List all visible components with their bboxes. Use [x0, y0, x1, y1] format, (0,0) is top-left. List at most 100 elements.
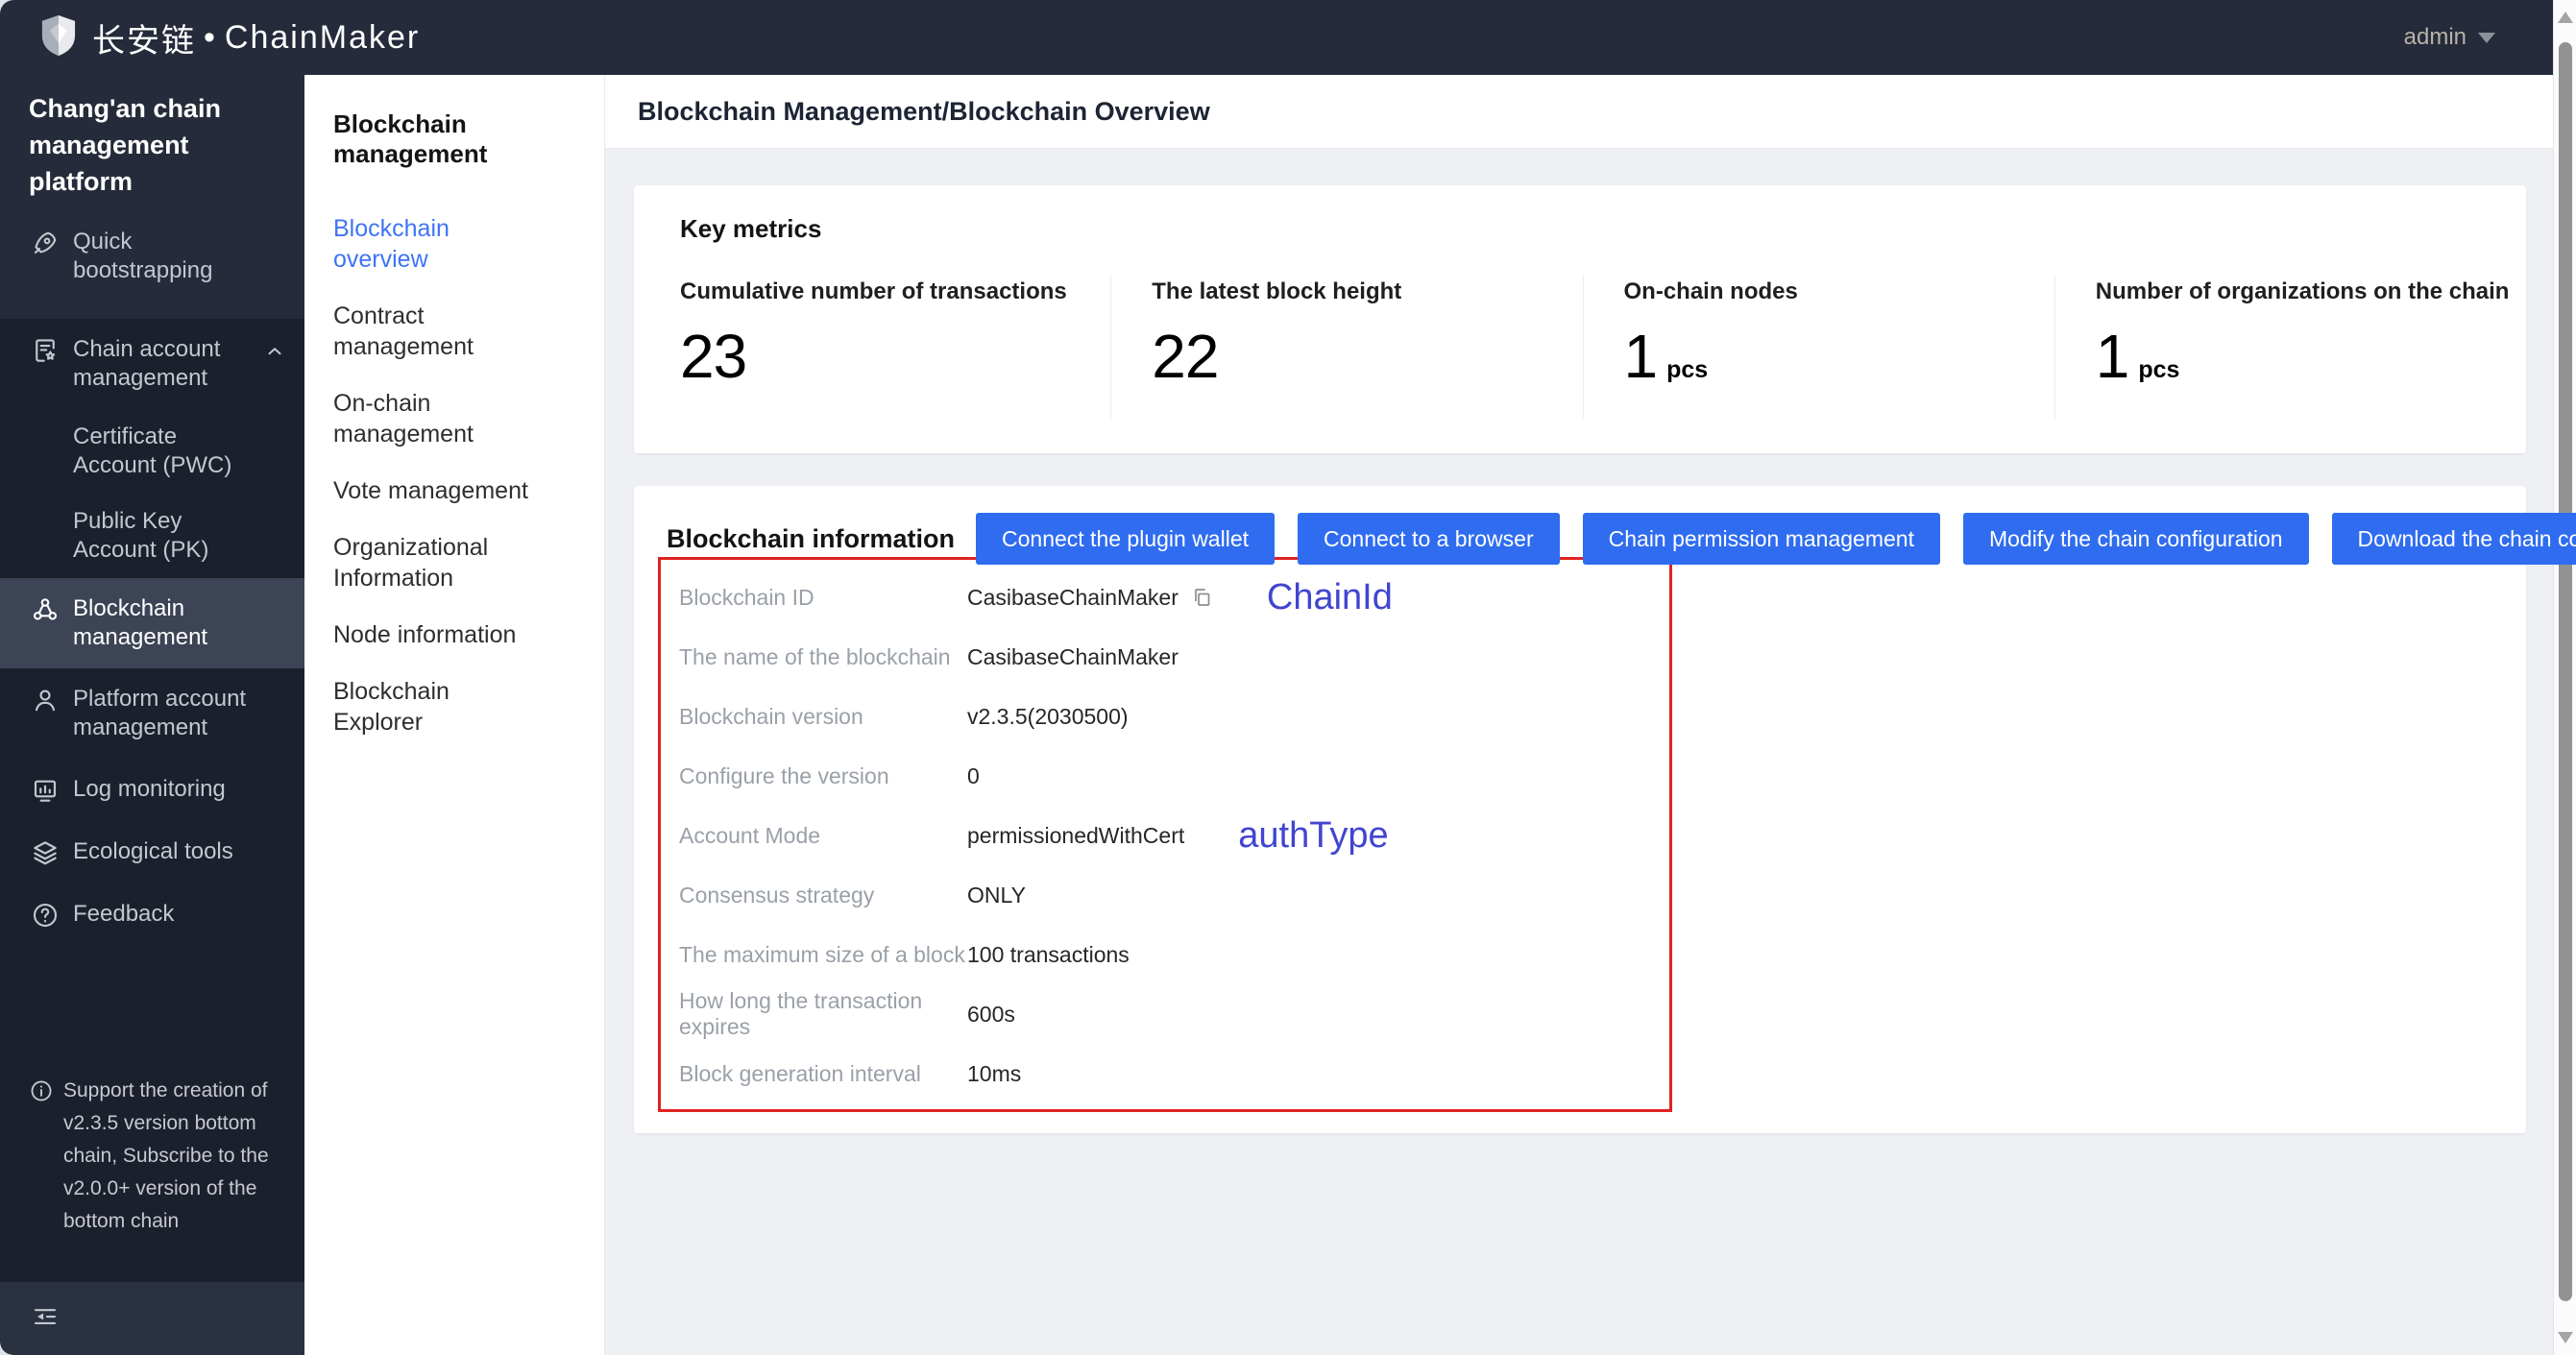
metric-organizations-on-chain: Number of organizations on the chain 1 p…: [2054, 275, 2526, 419]
sidebar-collapse-button[interactable]: [0, 1282, 304, 1355]
sidebar-item-label: Certificate Account (PWC): [73, 423, 232, 478]
submenu-item-blockchain-overview[interactable]: Blockchain overview: [333, 213, 540, 275]
info-icon: [29, 1078, 54, 1103]
chevron-up-icon: [264, 341, 285, 370]
sidebar-note-text: Support the creation of v2.3.5 version b…: [63, 1079, 269, 1232]
primary-sidebar: Chang'an chain management platform Quick…: [0, 75, 304, 1355]
sidebar-top-section: Chang'an chain management platform Quick…: [0, 75, 304, 319]
info-row-block-generation-interval: Block generation interval 10ms: [661, 1044, 1669, 1103]
rocket-icon: [31, 229, 60, 257]
metric-unit: pcs: [1666, 356, 1709, 383]
logo-text-en: ChainMaker: [224, 18, 421, 56]
row-value: ONLY: [967, 882, 1026, 907]
key-metrics-title: Key metrics: [680, 214, 822, 243]
row-label: The name of the blockchain: [679, 643, 951, 669]
sidebar-item-label: Public Key Account (PK): [73, 508, 209, 563]
row-label: Account Mode: [679, 822, 821, 848]
logo-text: 长安链 • ChainMaker: [92, 14, 420, 61]
sidebar-item-public-key-account-pk[interactable]: Public Key Account (PK): [0, 494, 304, 578]
shield-logo-icon: [38, 13, 79, 62]
scroll-down-arrow-icon[interactable]: [2557, 1332, 2573, 1343]
info-row-blockchain-name: The name of the blockchain CasibaseChain…: [661, 627, 1669, 687]
sidebar-item-platform-account-management[interactable]: Platform account management: [0, 668, 304, 759]
scrollbar-thumb[interactable]: [2559, 42, 2572, 1301]
sidebar-item-blockchain-management[interactable]: Blockchain management: [0, 578, 304, 668]
row-label: The maximum size of a block: [679, 941, 965, 967]
blockchain-information-card: Blockchain information Connect the plugi…: [634, 486, 2576, 1133]
connect-plugin-wallet-button[interactable]: Connect the plugin wallet: [976, 513, 1275, 565]
key-metrics-card: Key metrics Cumulative number of transac…: [634, 185, 2526, 453]
chain-permission-management-button[interactable]: Chain permission management: [1582, 513, 1940, 565]
connect-to-browser-button[interactable]: Connect to a browser: [1298, 513, 1560, 565]
sidebar-item-label: Platform account management: [73, 686, 247, 740]
chainid-annotation: ChainId: [1266, 576, 1393, 617]
sidebar-item-quick-bootstrapping[interactable]: Quick bootstrapping: [0, 211, 304, 302]
row-label: Blockchain version: [679, 703, 863, 729]
row-value: 600s: [967, 1001, 1015, 1027]
submenu-item-on-chain-management[interactable]: On-chain management: [333, 388, 540, 449]
vertical-scrollbar[interactable]: [2553, 0, 2576, 1355]
metric-value: 23: [680, 322, 747, 391]
admin-dropdown[interactable]: admin: [2404, 24, 2495, 51]
copy-icon[interactable]: [1190, 586, 1213, 609]
modify-chain-configuration-button[interactable]: Modify the chain configuration: [1962, 513, 2309, 565]
metric-label: On-chain nodes: [1623, 278, 1798, 304]
sidebar-item-label: Chain account management: [73, 336, 221, 391]
row-value: 10ms: [967, 1060, 1022, 1086]
metric-on-chain-nodes: On-chain nodes 1 pcs: [1582, 275, 2054, 419]
info-row-consensus-strategy: Consensus strategy ONLY: [661, 865, 1669, 925]
metric-value: 1: [1623, 322, 1659, 391]
sidebar-item-ecological-tools[interactable]: Ecological tools: [0, 821, 304, 883]
sidebar-item-feedback[interactable]: Feedback: [0, 883, 304, 946]
chainmaker-logo: 长安链 • ChainMaker: [38, 13, 420, 62]
row-label: Configure the version: [679, 762, 889, 788]
blockchain-information-title: Blockchain information: [667, 523, 956, 553]
sidebar-item-label: Feedback: [73, 901, 175, 927]
info-row-configure-version: Configure the version 0: [661, 746, 1669, 806]
secondary-menu: Blockchain management Blockchain overvie…: [304, 75, 605, 1355]
sidebar-version-note: Support the creation of v2.3.5 version b…: [0, 1075, 304, 1238]
question-icon: [31, 901, 60, 930]
certificate-doc-icon: [31, 336, 60, 365]
scroll-up-arrow-icon[interactable]: [2557, 12, 2573, 23]
metric-value: 1: [2095, 322, 2130, 391]
logo-text-cn: 长安链: [92, 22, 196, 60]
submenu-item-organizational-information[interactable]: Organizational Information: [333, 532, 540, 593]
row-value: v2.3.5(2030500): [967, 703, 1129, 729]
sidebar-item-label: Log monitoring: [73, 776, 226, 802]
info-row-blockchain-id: Blockchain ID CasibaseChainMaker ChainId: [661, 568, 1669, 627]
top-header: 长安链 • ChainMaker admin: [0, 0, 2553, 75]
submenu-item-contract-management[interactable]: Contract management: [333, 301, 540, 362]
row-label: How long the transaction expires: [679, 988, 923, 1039]
authtype-annotation: authType: [1238, 814, 1389, 856]
blockchain-nodes-icon: [31, 595, 60, 624]
row-value: CasibaseChainMaker: [967, 643, 1179, 669]
row-label: Blockchain ID: [679, 584, 814, 610]
submenu-item-vote-management[interactable]: Vote management: [333, 475, 540, 506]
secondary-menu-title: Blockchain management: [333, 109, 488, 168]
platform-title: Chang'an chain management platform: [29, 94, 221, 196]
chevron-down-icon: [2478, 32, 2495, 43]
submenu-item-blockchain-explorer[interactable]: Blockchain Explorer: [333, 676, 540, 738]
admin-username: admin: [2403, 24, 2467, 50]
info-row-transaction-expiry: How long the transaction expires 600s: [661, 984, 1669, 1044]
chainmaker-management-app: 长安链 • ChainMaker admin Chang'an chain ma…: [0, 0, 2576, 1355]
info-row-max-block-size: The maximum size of a block 100 transact…: [661, 925, 1669, 984]
sidebar-item-label: Blockchain management: [73, 595, 208, 650]
metric-label: Number of organizations on the chain: [2095, 278, 2510, 304]
layers-icon: [31, 838, 60, 867]
sidebar-item-certificate-account-pwc[interactable]: Certificate Account (PWC): [0, 409, 304, 494]
submenu-item-node-information[interactable]: Node information: [333, 619, 540, 650]
metric-unit: pcs: [2138, 356, 2180, 383]
row-value: 100 transactions: [967, 941, 1130, 967]
row-value: CasibaseChainMaker: [967, 584, 1179, 610]
blockchain-action-buttons: Connect the plugin wallet Connect to a b…: [976, 513, 2576, 565]
sidebar-item-log-monitoring[interactable]: Log monitoring: [0, 759, 304, 821]
row-value: 0: [967, 762, 980, 788]
breadcrumb: Blockchain Management/Blockchain Overvie…: [605, 75, 2553, 149]
row-label: Consensus strategy: [679, 882, 875, 907]
collapse-menu-icon: [29, 1302, 61, 1336]
monitor-icon: [31, 776, 60, 805]
download-chain-configuration-button[interactable]: Download the chain configuration: [2331, 513, 2576, 565]
sidebar-item-chain-account-management[interactable]: Chain account management: [0, 319, 304, 409]
